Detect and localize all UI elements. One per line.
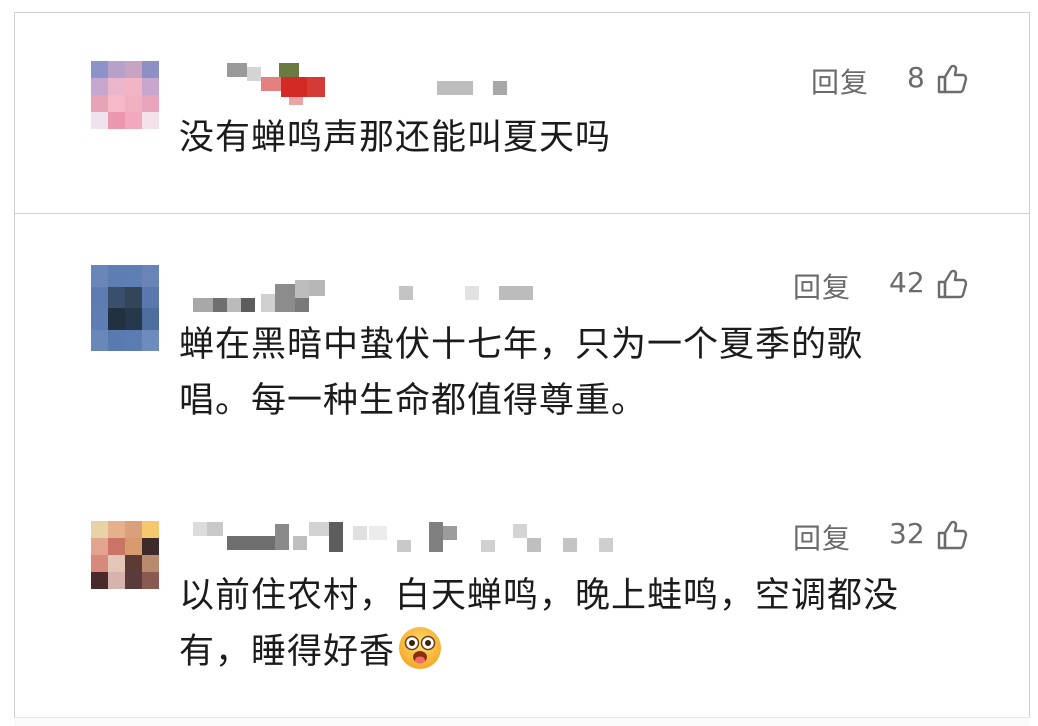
comment-text-line: 以前住农村，白天蝉鸣，晚上蛙鸣，空调都没 bbox=[179, 576, 900, 616]
username-blurred[interactable] bbox=[193, 276, 543, 316]
comment-text: 没有蝉鸣声那还能叫夏天吗 bbox=[179, 110, 979, 166]
comment-card: 回复 42 蝉在黑暗中蛰伏十七年，只为一个夏季的歌 唱。每一种生命都值得尊重。 bbox=[14, 213, 1030, 718]
comment-text-line-with-emoji: 有，睡得好香 bbox=[179, 624, 979, 680]
reply-button[interactable]: 回复 bbox=[793, 266, 851, 306]
thumbs-up-icon[interactable] bbox=[935, 267, 969, 301]
next-card-edge bbox=[14, 717, 1030, 726]
comment-text-line: 蝉在黑暗中蛰伏十七年，只为一个夏季的歌 bbox=[179, 325, 864, 365]
drooling-face-emoji bbox=[399, 627, 442, 669]
avatar[interactable] bbox=[91, 265, 159, 351]
comment-item: 回复 8 没有蝉鸣声那还能叫夏天吗 bbox=[15, 13, 1029, 213]
comment-text: 蝉在黑暗中蛰伏十七年，只为一个夏季的歌 唱。每一种生命都值得尊重。 bbox=[179, 317, 979, 429]
comment-item: 回复 32 以前住农村，白天蝉鸣，晚上蛙鸣，空调都没 有，睡得好香 bbox=[15, 504, 1029, 719]
like-count: 8 bbox=[907, 61, 925, 94]
username-blurred[interactable] bbox=[227, 63, 517, 105]
thumbs-up-icon[interactable] bbox=[935, 518, 969, 552]
username-blurred[interactable] bbox=[193, 522, 633, 562]
avatar[interactable] bbox=[91, 61, 159, 129]
like-count: 32 bbox=[889, 517, 925, 550]
comment-text-line: 唱。每一种生命都值得尊重。 bbox=[179, 381, 648, 421]
comment-card: 回复 8 没有蝉鸣声那还能叫夏天吗 bbox=[14, 12, 1030, 214]
comment-text-line: 没有蝉鸣声那还能叫夏天吗 bbox=[179, 118, 612, 158]
comment-item: 回复 42 蝉在黑暗中蛰伏十七年，只为一个夏季的歌 唱。每一种生命都值得尊重。 bbox=[15, 214, 1029, 454]
comment-text: 以前住农村，白天蝉鸣，晚上蛙鸣，空调都没 有，睡得好香 bbox=[179, 568, 979, 680]
reply-button[interactable]: 回复 bbox=[793, 517, 851, 557]
reply-button[interactable]: 回复 bbox=[811, 61, 869, 101]
comment-text-line: 有，睡得好香 bbox=[179, 632, 396, 672]
thumbs-up-icon[interactable] bbox=[935, 62, 969, 96]
avatar[interactable] bbox=[91, 521, 159, 589]
like-count: 42 bbox=[889, 266, 925, 299]
